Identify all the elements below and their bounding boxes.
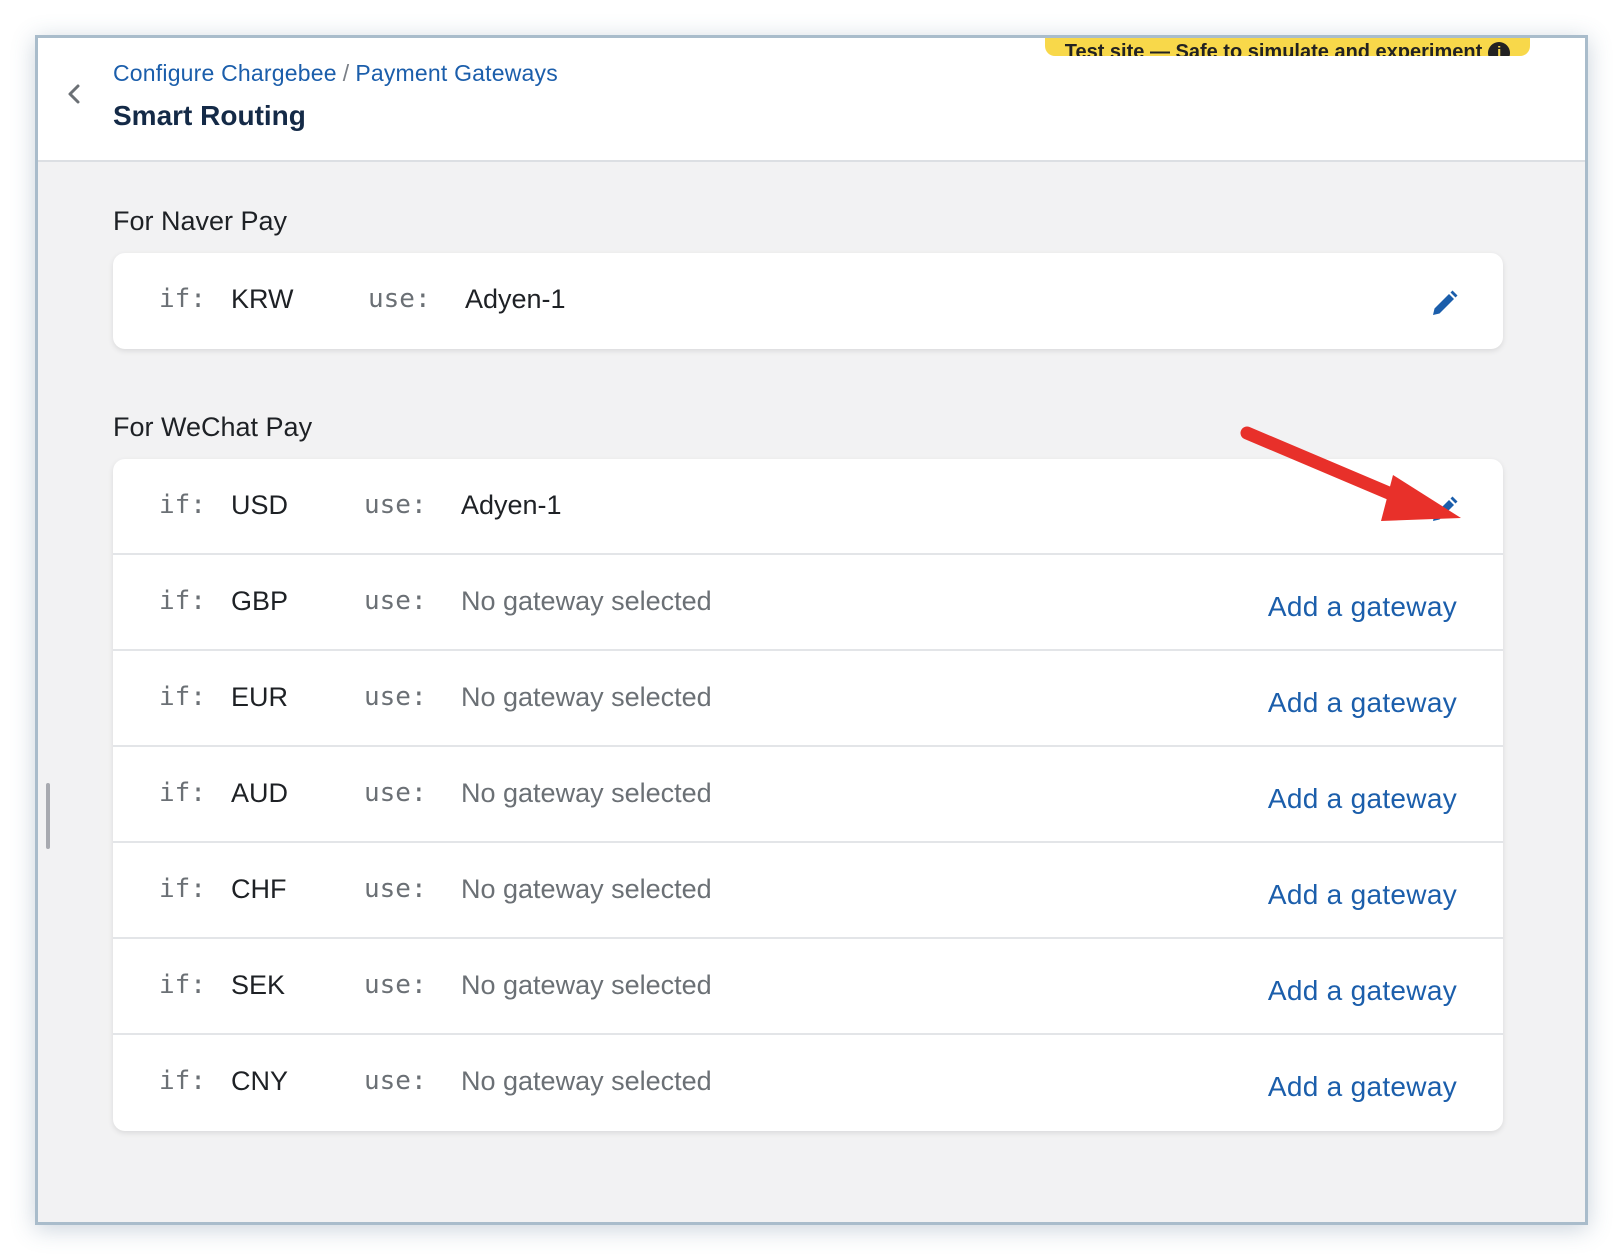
if-label: if:	[159, 970, 206, 1000]
add-gateway-link[interactable]: Add a gateway	[1268, 747, 1457, 851]
routing-row: if: CHF use: No gateway selected Add a g…	[113, 843, 1503, 939]
gateway-value: No gateway selected	[461, 586, 712, 616]
gateway-value: Adyen-1	[461, 490, 562, 520]
use-label: use:	[364, 682, 427, 712]
if-label: if:	[159, 778, 206, 808]
currency-value: USD	[231, 490, 289, 520]
page-header: Configure Chargebee / Payment Gateways Sma…	[38, 38, 1585, 162]
breadcrumb: Configure Chargebee / Payment Gateways	[113, 60, 558, 87]
routing-row: if: KRW use: Adyen-1	[113, 253, 1503, 349]
add-gateway-link[interactable]: Add a gateway	[1268, 651, 1457, 755]
add-gateway-link[interactable]: Add a gateway	[1268, 939, 1457, 1043]
routing-row: if: EUR use: No gateway selected Add a g…	[113, 651, 1503, 747]
app-window: Configure Chargebee / Payment Gateways Sma…	[35, 35, 1588, 1225]
routing-row: if: SEK use: No gateway selected Add a g…	[113, 939, 1503, 1035]
if-label: if:	[159, 490, 206, 520]
section-title-naver-pay: For Naver Pay	[113, 206, 288, 236]
add-gateway-link[interactable]: Add a gateway	[1268, 843, 1457, 947]
page-title: Smart Routing	[113, 100, 306, 131]
currency-value: GBP	[231, 586, 289, 616]
info-icon[interactable]: i	[1488, 41, 1511, 56]
breadcrumb-configure-chargebee[interactable]: Configure Chargebee	[113, 60, 337, 86]
breadcrumb-payment-gateways[interactable]: Payment Gateways	[355, 60, 558, 86]
add-gateway-link[interactable]: Add a gateway	[1268, 1035, 1457, 1131]
gateway-value: Adyen-1	[465, 284, 566, 314]
gateway-value: No gateway selected	[461, 1066, 712, 1096]
currency-value: SEK	[231, 970, 286, 1000]
use-label: use:	[364, 874, 427, 904]
gateway-value: No gateway selected	[461, 778, 712, 808]
routing-row: if: USD use: Adyen-1	[113, 459, 1503, 555]
breadcrumb-separator: /	[342, 60, 350, 86]
section-title-wechat-pay: For WeChat Pay	[113, 412, 313, 442]
if-label: if:	[159, 1066, 206, 1096]
currency-value: AUD	[231, 778, 289, 808]
currency-value: EUR	[231, 682, 289, 712]
scrollbar-handle[interactable]	[46, 783, 50, 849]
use-label: use:	[364, 778, 427, 808]
routing-card-wechat-pay: if: USD use: Adyen-1 if: GBP use: No gat…	[113, 459, 1503, 1131]
routing-row: if: CNY use: No gateway selected Add a g…	[113, 1035, 1503, 1131]
currency-value: KRW	[231, 284, 294, 314]
if-label: if:	[159, 682, 206, 712]
if-label: if:	[159, 586, 206, 616]
gateway-value: No gateway selected	[461, 874, 712, 904]
currency-value: CHF	[231, 874, 287, 904]
test-site-banner: Test site — Safe to simulate and experim…	[1045, 38, 1530, 56]
use-label: use:	[364, 586, 427, 616]
back-button[interactable]	[58, 78, 90, 110]
currency-value: CNY	[231, 1066, 289, 1096]
use-label: use:	[364, 490, 427, 520]
routing-row: if: GBP use: No gateway selected Add a g…	[113, 555, 1503, 651]
gateway-value: No gateway selected	[461, 970, 712, 1000]
edit-pencil-icon[interactable]	[1429, 289, 1459, 319]
if-label: if:	[159, 874, 206, 904]
edit-pencil-icon[interactable]	[1429, 495, 1459, 525]
gateway-value: No gateway selected	[461, 682, 712, 712]
use-label: use:	[368, 284, 431, 314]
add-gateway-link[interactable]: Add a gateway	[1268, 555, 1457, 659]
use-label: use:	[364, 1066, 427, 1096]
use-label: use:	[364, 970, 427, 1000]
if-label: if:	[159, 284, 206, 314]
chevron-left-icon	[68, 84, 80, 104]
routing-row: if: AUD use: No gateway selected Add a g…	[113, 747, 1503, 843]
test-site-banner-text: Test site — Safe to simulate and experim…	[1064, 41, 1483, 56]
routing-card-naver-pay: if: KRW use: Adyen-1	[113, 253, 1503, 349]
